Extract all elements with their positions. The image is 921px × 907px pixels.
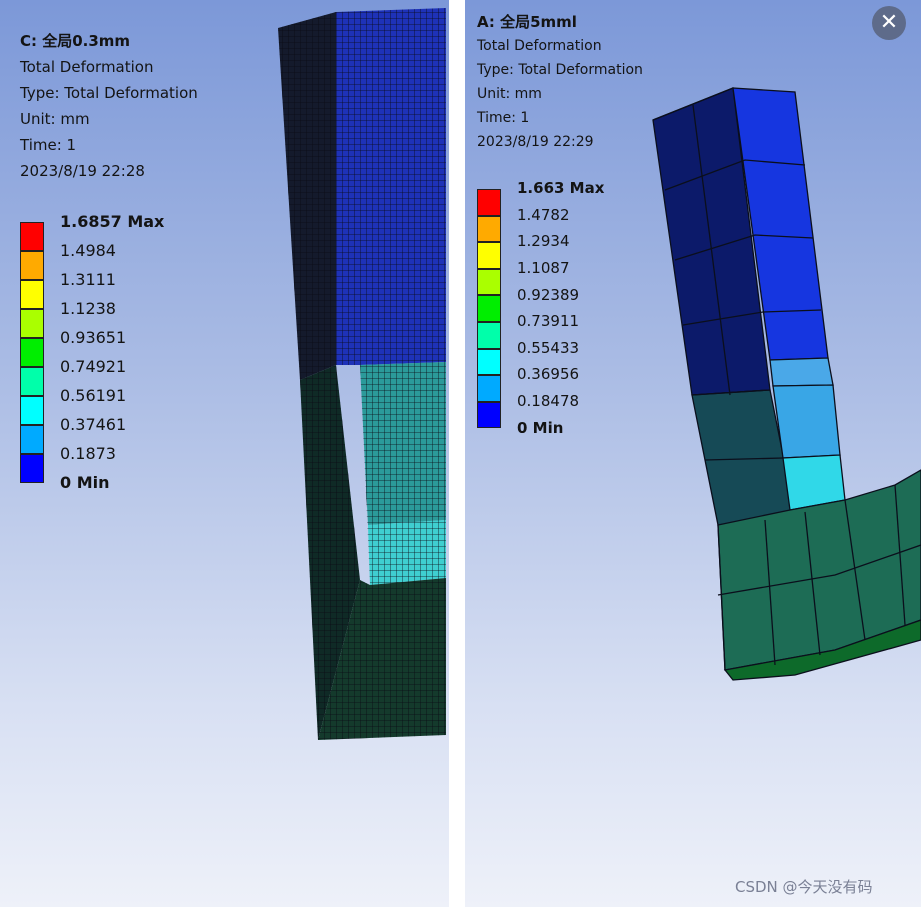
legend-swatch — [477, 189, 501, 216]
legend-swatch — [20, 251, 44, 280]
result-name: Total Deformation — [477, 38, 602, 54]
result-time: Time: 1 — [20, 136, 77, 154]
legend-swatch — [20, 338, 44, 367]
legend-max-label: 1.663 Max — [517, 179, 605, 198]
legend-swatch — [477, 268, 501, 296]
watermark-text: CSDN @今天没有码 — [735, 878, 873, 896]
legend-tick-label: 0.55433 — [517, 338, 580, 357]
legend-swatch — [20, 454, 44, 483]
result-type: Type: Total Deformation — [477, 62, 643, 78]
analysis-title: A: 全局5mml — [477, 13, 577, 31]
legend-swatch — [20, 425, 44, 454]
legend-tick-label: 0.56191 — [60, 385, 127, 405]
result-unit: Unit: mm — [20, 110, 90, 128]
result-timestamp: 2023/8/19 22:29 — [477, 134, 594, 150]
legend-tick-label: 1.4984 — [60, 240, 116, 260]
legend-tick-label: 1.4782 — [517, 205, 570, 224]
analysis-title: C: 全局0.3mm — [20, 32, 131, 50]
result-info-block: A: 全局5mml Total Deformation Type: Total … — [477, 10, 643, 154]
legend-tick-label: 0.92389 — [517, 285, 580, 304]
close-icon: ✕ — [879, 10, 899, 35]
legend-swatch — [20, 396, 44, 425]
legend-tick-label: 1.1087 — [517, 259, 570, 278]
legend-tick-label: 0.18478 — [517, 392, 580, 411]
legend-swatch — [477, 295, 501, 322]
result-name: Total Deformation — [20, 58, 154, 76]
legend-swatch — [477, 215, 501, 243]
legend-tick-label: 0.73911 — [517, 312, 580, 331]
legend-swatch — [477, 348, 501, 376]
legend-tick-label: 0.93651 — [60, 327, 127, 347]
legend-min-label: 0 Min — [60, 472, 110, 492]
result-type: Type: Total Deformation — [20, 84, 198, 102]
legend-tick-label: 1.3111 — [60, 269, 116, 289]
legend-swatch — [477, 375, 501, 402]
result-time: Time: 1 — [477, 110, 530, 126]
close-button[interactable]: ✕ — [872, 6, 906, 40]
result-viewport-coarse-mesh[interactable]: A: 全局5mml Total Deformation Type: Total … — [465, 0, 921, 907]
legend-max-label: 1.6857 Max — [60, 211, 165, 231]
legend-tick-label: 1.2934 — [517, 232, 570, 251]
legend-tick-label: 1.1238 — [60, 298, 116, 318]
legend-swatch — [20, 222, 44, 251]
legend-tick-label: 0.1873 — [60, 443, 116, 463]
legend-swatch — [20, 309, 44, 338]
legend-swatch — [20, 280, 44, 309]
result-info-block: C: 全局0.3mm Total Deformation Type: Total… — [20, 28, 198, 184]
panel-divider — [449, 0, 465, 907]
legend-swatch — [20, 367, 44, 396]
legend-swatch — [477, 322, 501, 349]
legend-swatch — [477, 242, 501, 269]
legend-tick-label: 0.37461 — [60, 414, 127, 434]
legend-tick-label: 0.74921 — [60, 356, 127, 376]
result-viewport-fine-mesh[interactable]: C: 全局0.3mm Total Deformation Type: Total… — [0, 0, 449, 907]
legend-tick-label: 0.36956 — [517, 365, 580, 384]
result-unit: Unit: mm — [477, 86, 542, 102]
legend-min-label: 0 Min — [517, 418, 564, 437]
legend-swatch — [477, 401, 501, 429]
result-timestamp: 2023/8/19 22:28 — [20, 162, 145, 180]
